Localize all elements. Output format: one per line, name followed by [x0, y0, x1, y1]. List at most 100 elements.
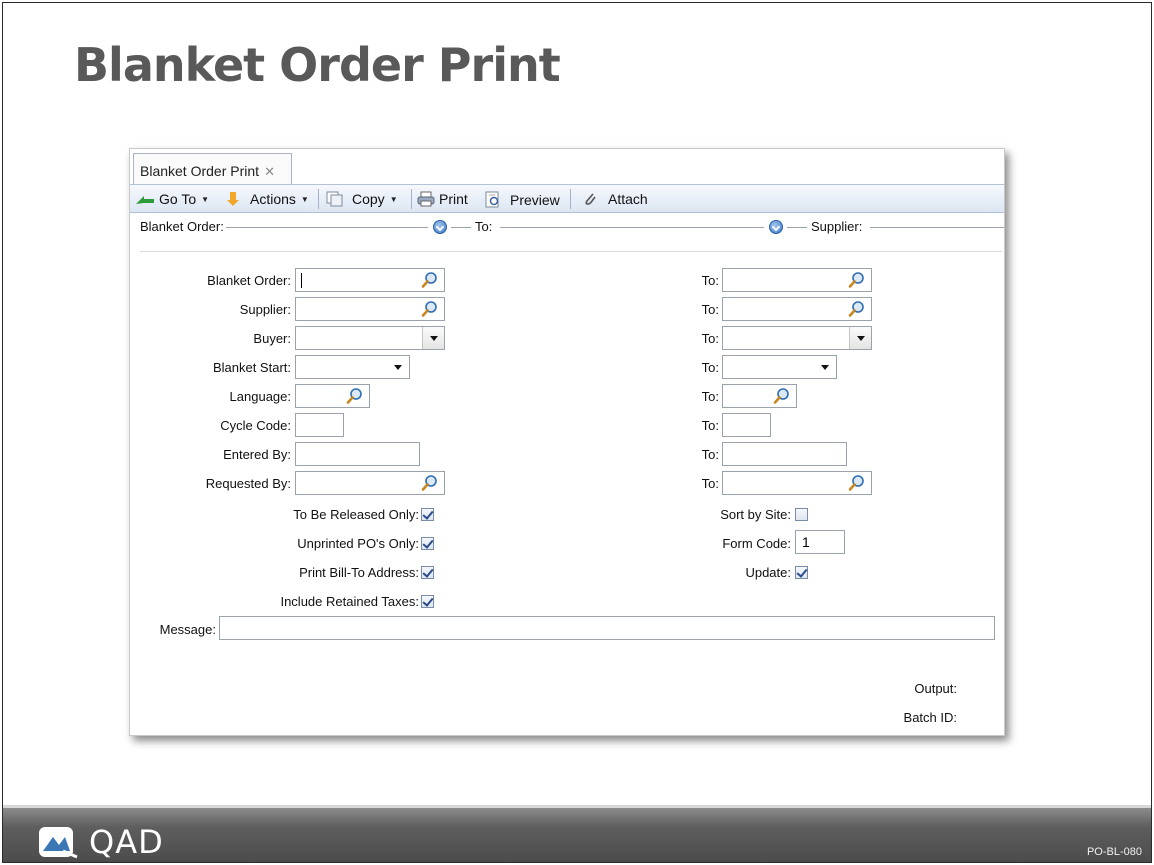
chevron-down-icon[interactable] [821, 365, 829, 370]
language-to-input[interactable] [722, 384, 797, 408]
toolbar-separator [318, 189, 319, 209]
output-label: Output: [914, 681, 957, 696]
unprinted-checkbox[interactable] [421, 537, 434, 550]
attach-label: Attach [608, 191, 648, 207]
cycle-code-label: Cycle Code: [220, 418, 291, 433]
criteria-line [787, 227, 807, 228]
search-icon [848, 301, 864, 317]
to-label: To: [701, 447, 719, 462]
goto-arrow-icon [136, 196, 154, 204]
entered-by-to-input[interactable] [722, 442, 847, 466]
criteria-line [500, 227, 764, 228]
actions-hand-icon [227, 192, 239, 206]
retained-taxes-checkbox[interactable] [421, 595, 434, 608]
blanket-start-label: Blanket Start: [212, 360, 291, 375]
criteria-line [451, 227, 471, 228]
criteria-blanket-order-label: Blanket Order: [138, 219, 226, 234]
actions-label: Actions [250, 191, 296, 207]
preview-icon [485, 191, 499, 208]
text-cursor [301, 273, 302, 288]
bill-to-label: Print Bill-To Address: [299, 565, 419, 580]
buyer-to-select[interactable] [722, 326, 872, 350]
message-label: Message: [159, 622, 216, 637]
entered-by-label: Entered By: [223, 447, 291, 462]
to-label: To: [701, 418, 719, 433]
criteria-supplier-label: Supplier: [809, 219, 865, 234]
criteria-divider [140, 251, 1002, 252]
search-icon [848, 475, 864, 491]
chevron-down-icon[interactable] [422, 327, 444, 349]
goto-label: Go To [159, 191, 197, 207]
copy-button[interactable]: Copy ▼ [326, 191, 398, 207]
search-icon [773, 388, 789, 404]
language-label: Language: [229, 389, 291, 404]
print-label: Print [439, 191, 468, 207]
preview-label: Preview [510, 191, 560, 208]
cycle-code-to-input[interactable] [722, 413, 771, 437]
search-icon [421, 301, 437, 317]
brand-name: QAD [89, 823, 164, 861]
preview-button[interactable]: Preview [485, 191, 560, 208]
batch-id-label: Batch ID: [903, 710, 957, 725]
slide-code: PO-BL-080 [1086, 846, 1142, 858]
search-icon [421, 475, 437, 491]
chevron-down-icon[interactable] [849, 327, 871, 349]
supplier-label: Supplier: [239, 302, 291, 317]
sort-by-site-checkbox[interactable] [795, 508, 808, 521]
print-button[interactable]: Print [417, 191, 468, 207]
bill-to-checkbox[interactable] [421, 566, 434, 579]
to-be-released-label: To Be Released Only: [293, 507, 419, 522]
search-icon [848, 272, 864, 288]
entered-by-input[interactable] [295, 442, 420, 466]
blanket-order-to-input[interactable] [722, 268, 872, 292]
sort-by-site-label: Sort by Site: [720, 507, 791, 522]
blanket-order-print-window: Blanket Order Print ✕ Go To ▼ Actions ▼ Cop… [129, 148, 1005, 736]
language-input[interactable] [295, 384, 370, 408]
to-label: To: [701, 476, 719, 491]
search-icon [346, 388, 362, 404]
chevron-down-icon[interactable] [394, 365, 402, 370]
slide-title: Blanket Order Print [74, 38, 561, 92]
buyer-label: Buyer: [253, 331, 291, 346]
form-code-label: Form Code: [722, 536, 791, 551]
search-icon [421, 272, 437, 288]
actions-button[interactable]: Actions ▼ [226, 191, 309, 207]
message-input[interactable] [219, 616, 995, 640]
close-icon[interactable]: ✕ [264, 164, 275, 179]
to-label: To: [701, 273, 719, 288]
criteria-line [222, 227, 428, 228]
goto-button[interactable]: Go To ▼ [135, 191, 209, 207]
criteria-bar: Blanket Order: To: Supplier: [130, 215, 1004, 237]
form-code-value: 1 [802, 534, 810, 550]
retained-taxes-label: Include Retained Taxes: [280, 594, 419, 609]
unprinted-label: Unprinted PO's Only: [297, 536, 419, 551]
toolbar: Go To ▼ Actions ▼ Copy ▼ Print Preview Atta… [130, 185, 1004, 213]
printer-icon [417, 191, 435, 207]
copy-icon [326, 191, 343, 207]
to-label: To: [701, 360, 719, 375]
expand-to-icon[interactable] [769, 220, 783, 234]
buyer-select[interactable] [295, 326, 445, 350]
blanket-start-date[interactable] [295, 355, 410, 379]
expand-blanket-order-icon[interactable] [433, 220, 447, 234]
supplier-to-input[interactable] [722, 297, 872, 321]
to-be-released-checkbox[interactable] [421, 508, 434, 521]
requested-by-input[interactable] [295, 471, 445, 495]
form-code-input[interactable]: 1 [795, 530, 845, 554]
supplier-input[interactable] [295, 297, 445, 321]
update-checkbox[interactable] [795, 566, 808, 579]
copy-label: Copy [352, 191, 385, 207]
blanket-order-input[interactable] [295, 268, 445, 292]
toolbar-separator [411, 189, 412, 209]
requested-by-label: Requested By: [205, 476, 291, 491]
requested-by-to-input[interactable] [722, 471, 872, 495]
attach-button[interactable]: Attach [582, 191, 648, 207]
footer-bar [3, 808, 1151, 862]
blanket-start-to-date[interactable] [722, 355, 837, 379]
to-label: To: [701, 302, 719, 317]
cycle-code-input[interactable] [295, 413, 344, 437]
tab-blanket-order-print[interactable]: Blanket Order Print ✕ [133, 153, 292, 185]
tab-label: Blanket Order Print [140, 163, 260, 179]
blanket-order-label: Blanket Order: [207, 273, 291, 288]
to-label: To: [701, 389, 719, 404]
